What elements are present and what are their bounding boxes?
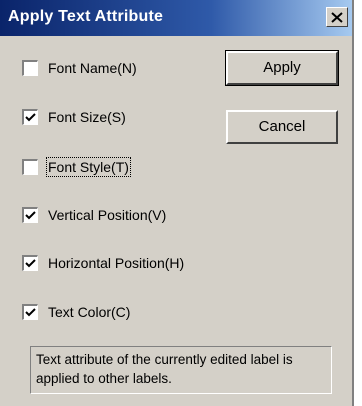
font-style-label: Font Style(T) [46,157,131,177]
vertical-position-checkbox[interactable] [22,207,38,223]
vertical-position-option[interactable]: Vertical Position(V) [22,204,166,226]
apply-button[interactable]: Apply [225,50,339,86]
font-size-label: Font Size(S) [48,109,126,125]
font-style-option[interactable]: Font Style(T) [22,156,131,178]
close-button[interactable] [326,7,348,27]
checkmark-icon [25,259,36,268]
horizontal-position-checkbox[interactable] [22,255,38,271]
cancel-button[interactable]: Cancel [226,110,338,144]
text-color-checkbox[interactable] [22,304,38,320]
font-style-checkbox[interactable] [22,159,38,175]
font-name-checkbox[interactable] [22,60,38,76]
font-name-option[interactable]: Font Name(N) [22,57,137,79]
text-color-label: Text Color(C) [48,304,131,320]
vertical-position-label: Vertical Position(V) [48,207,167,223]
title-bar[interactable]: Apply Text Attribute [0,0,352,36]
font-name-label: Font Name(N) [48,60,137,76]
horizontal-position-label: Horizontal Position(H) [48,255,185,271]
checkmark-icon [25,113,36,122]
font-size-checkbox[interactable] [22,109,38,125]
horizontal-position-option[interactable]: Horizontal Position(H) [22,252,184,274]
text-color-option[interactable]: Text Color(C) [22,301,130,323]
close-icon [331,11,343,23]
info-description: Text attribute of the currently edited l… [30,346,332,394]
apply-text-attribute-dialog: Apply Text Attribute Font Name(N) Font S… [0,0,354,406]
checkmark-icon [25,211,36,220]
window-title: Apply Text Attribute [8,8,164,25]
checkmark-icon [25,308,36,317]
font-size-option[interactable]: Font Size(S) [22,106,126,128]
